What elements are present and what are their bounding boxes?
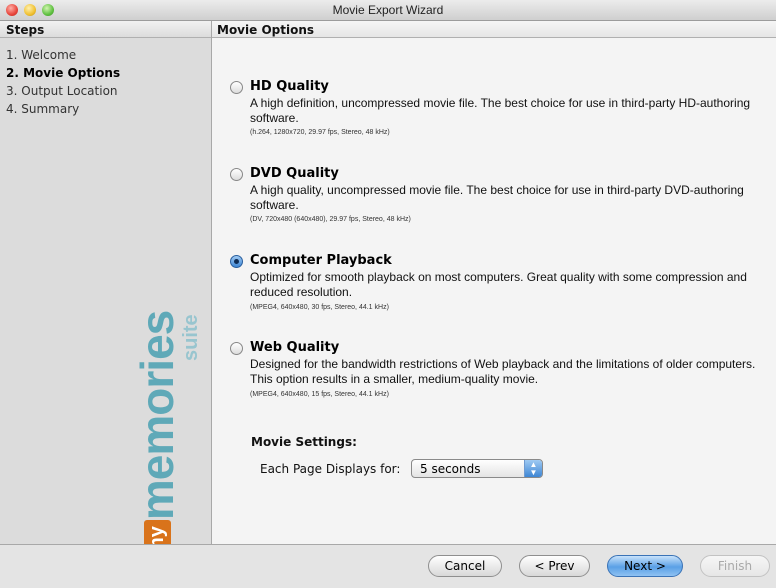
steps-header: Steps	[0, 21, 211, 38]
logo-my: my	[143, 520, 171, 544]
movie-settings-header: Movie Settings:	[251, 435, 357, 449]
dvd-quality-spec: (DV, 720x480 (640x480), 29.97 fps, Stere…	[250, 216, 411, 223]
step-movie-options: 2. Movie Options	[6, 66, 121, 80]
web-quality-spec: (MPEG4, 640x480, 15 fps, Stereo, 44.1 kH…	[250, 391, 389, 398]
dvd-quality-title: DVD Quality	[250, 166, 339, 181]
next-button[interactable]: Next >	[607, 555, 683, 577]
computer-playback-spec: (MPEG4, 640x480, 30 fps, Stereo, 44.1 kH…	[250, 304, 389, 311]
page-display-duration-select[interactable]: 5 seconds ▲ ▼	[411, 459, 543, 478]
steps-sidebar: Steps 1. Welcome 2. Movie Options 3. Out…	[0, 21, 212, 544]
dvd-quality-description: A high quality, uncompressed movie file.…	[250, 183, 744, 212]
select-stepper-icon: ▲ ▼	[524, 460, 542, 477]
page-display-duration-value: 5 seconds	[420, 462, 481, 476]
logo-memories: memories	[131, 310, 183, 521]
web-quality-radio[interactable]	[230, 342, 243, 355]
hd-quality-radio[interactable]	[230, 81, 243, 94]
web-quality-description: Designed for the bandwidth restrictions …	[250, 357, 756, 386]
finish-button[interactable]: Finish	[700, 555, 770, 577]
step-welcome: 1. Welcome	[6, 48, 77, 62]
cancel-button[interactable]: Cancel	[428, 555, 502, 577]
prev-button[interactable]: < Prev	[519, 555, 590, 577]
my-memories-suite-logo: mymemories suite	[130, 301, 210, 544]
wizard-button-bar: Cancel < Prev Next > Finish	[0, 544, 776, 588]
hd-quality-description: A high definition, uncompressed movie fi…	[250, 96, 751, 125]
step-output-location: 3. Output Location	[6, 84, 118, 98]
steps-list: 1. Welcome 2. Movie Options 3. Output Lo…	[0, 38, 211, 118]
title-bar[interactable]: Movie Export Wizard	[0, 0, 776, 21]
logo-suite: suite	[180, 314, 202, 361]
step-summary: 4. Summary	[6, 102, 80, 116]
movie-options-panel: Movie Options HD Quality A high definiti…	[212, 21, 776, 544]
hd-quality-spec: (h.264, 1280x720, 29.97 fps, Stereo, 48 …	[250, 129, 390, 136]
computer-playback-description: Optimized for smooth playback on most co…	[250, 270, 747, 299]
computer-playback-title: Computer Playback	[250, 253, 392, 268]
page-display-label: Each Page Displays for:	[260, 462, 401, 476]
hd-quality-title: HD Quality	[250, 79, 329, 94]
window-title: Movie Export Wizard	[332, 3, 444, 17]
dvd-quality-radio[interactable]	[230, 168, 243, 181]
web-quality-title: Web Quality	[250, 340, 340, 355]
computer-playback-radio[interactable]	[230, 255, 243, 268]
movie-options-header: Movie Options	[212, 21, 776, 38]
movie-export-wizard-window: Movie Export Wizard Steps 1. Welcome 2. …	[0, 0, 776, 588]
